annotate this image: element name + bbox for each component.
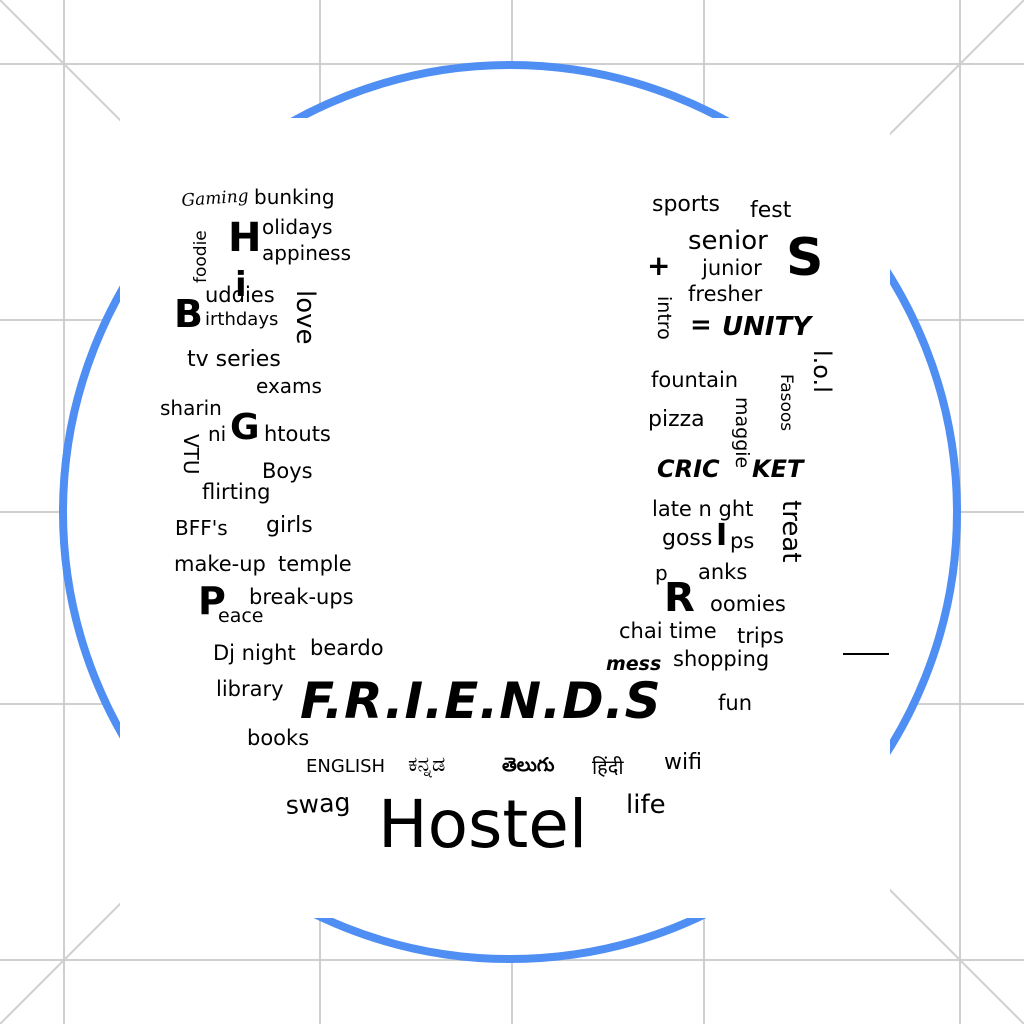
word-trips: trips bbox=[737, 624, 784, 648]
word-sports: sports bbox=[652, 192, 721, 217]
word-intro: intro bbox=[653, 296, 675, 340]
word-irthdays: irthdays bbox=[205, 309, 279, 330]
word-senior: senior bbox=[688, 226, 768, 256]
word-plus: + bbox=[647, 249, 671, 282]
word-pizza: pizza bbox=[648, 407, 705, 432]
word-gossips-i: I bbox=[716, 518, 728, 553]
word-lol: l.o.l bbox=[808, 350, 836, 393]
word-htouts: htouts bbox=[264, 422, 331, 446]
word-shopping: shopping bbox=[673, 647, 770, 671]
word-ni: ni bbox=[208, 422, 227, 446]
word-uddies: uddies bbox=[205, 283, 275, 307]
word-late-night: late n ght bbox=[652, 497, 754, 521]
word-unity: UNITY bbox=[722, 312, 812, 342]
word-telugu: తెలుగు bbox=[502, 754, 555, 776]
word-treat: treat bbox=[776, 500, 806, 563]
word-sharin: sharin bbox=[160, 396, 222, 420]
word-appiness: appiness bbox=[262, 241, 352, 265]
word-g: G bbox=[230, 407, 260, 448]
word-cric: CRIC bbox=[657, 455, 720, 483]
word-boys: Boys bbox=[262, 459, 313, 483]
word-h: H bbox=[228, 215, 262, 261]
word-hostel: Hostel bbox=[378, 786, 588, 863]
word-books: books bbox=[247, 726, 310, 750]
word-tv-series: tv series bbox=[187, 347, 281, 372]
word-life: life bbox=[626, 790, 666, 820]
word-olidays: olidays bbox=[262, 215, 333, 239]
word-hindi: हिंदी bbox=[592, 755, 624, 779]
word-fountain: fountain bbox=[651, 368, 739, 392]
word-make-up: make-up bbox=[174, 552, 266, 576]
word-exams: exams bbox=[256, 374, 322, 398]
word-fun: fun bbox=[718, 691, 753, 715]
word-fasoos: Fasoos bbox=[776, 374, 796, 432]
word-break-ups: break-ups bbox=[249, 585, 354, 609]
word-dj-night: Dj night bbox=[213, 641, 296, 665]
word-eace: eace bbox=[218, 605, 264, 627]
word-goss: goss bbox=[662, 526, 713, 551]
word-r: R bbox=[664, 575, 695, 621]
word-beardo: beardo bbox=[310, 636, 384, 660]
word-fresher: fresher bbox=[688, 282, 763, 306]
word-wifi: wifi bbox=[664, 750, 702, 775]
word-junior: junior bbox=[702, 256, 762, 280]
word-girls: girls bbox=[266, 513, 313, 538]
word-maggie: maggie bbox=[731, 397, 753, 469]
divider-dash bbox=[843, 653, 889, 655]
word-equals: = bbox=[690, 310, 712, 340]
word-swag: swag bbox=[284, 787, 351, 820]
word-library: library bbox=[216, 677, 284, 701]
word-ps: ps bbox=[730, 529, 755, 553]
word-friends: F.R.I.E.N.D.S bbox=[300, 672, 662, 730]
word-love: love bbox=[290, 290, 320, 345]
word-gaming: Gaming bbox=[180, 186, 250, 211]
word-kannada: ಕನ್ನಡ bbox=[408, 752, 446, 776]
canvas: Gaming bunking H olidays appiness foodie… bbox=[0, 0, 1024, 1024]
word-b: B bbox=[174, 292, 203, 336]
word-vtu: VTU bbox=[179, 434, 203, 475]
word-foodie: foodie bbox=[191, 230, 211, 283]
word-s: S bbox=[786, 228, 824, 288]
word-chai-time: chai time bbox=[619, 619, 717, 643]
word-fest: fest bbox=[750, 198, 792, 223]
word-bffs: BFF's bbox=[175, 516, 228, 540]
word-ket: KET bbox=[752, 455, 804, 483]
word-temple: temple bbox=[278, 552, 352, 576]
word-bunking: bunking bbox=[254, 185, 335, 209]
word-english: ENGLISH bbox=[306, 756, 386, 777]
word-flirting: flirting bbox=[202, 480, 271, 504]
word-anks: anks bbox=[698, 560, 748, 584]
word-oomies: oomies bbox=[710, 592, 786, 616]
